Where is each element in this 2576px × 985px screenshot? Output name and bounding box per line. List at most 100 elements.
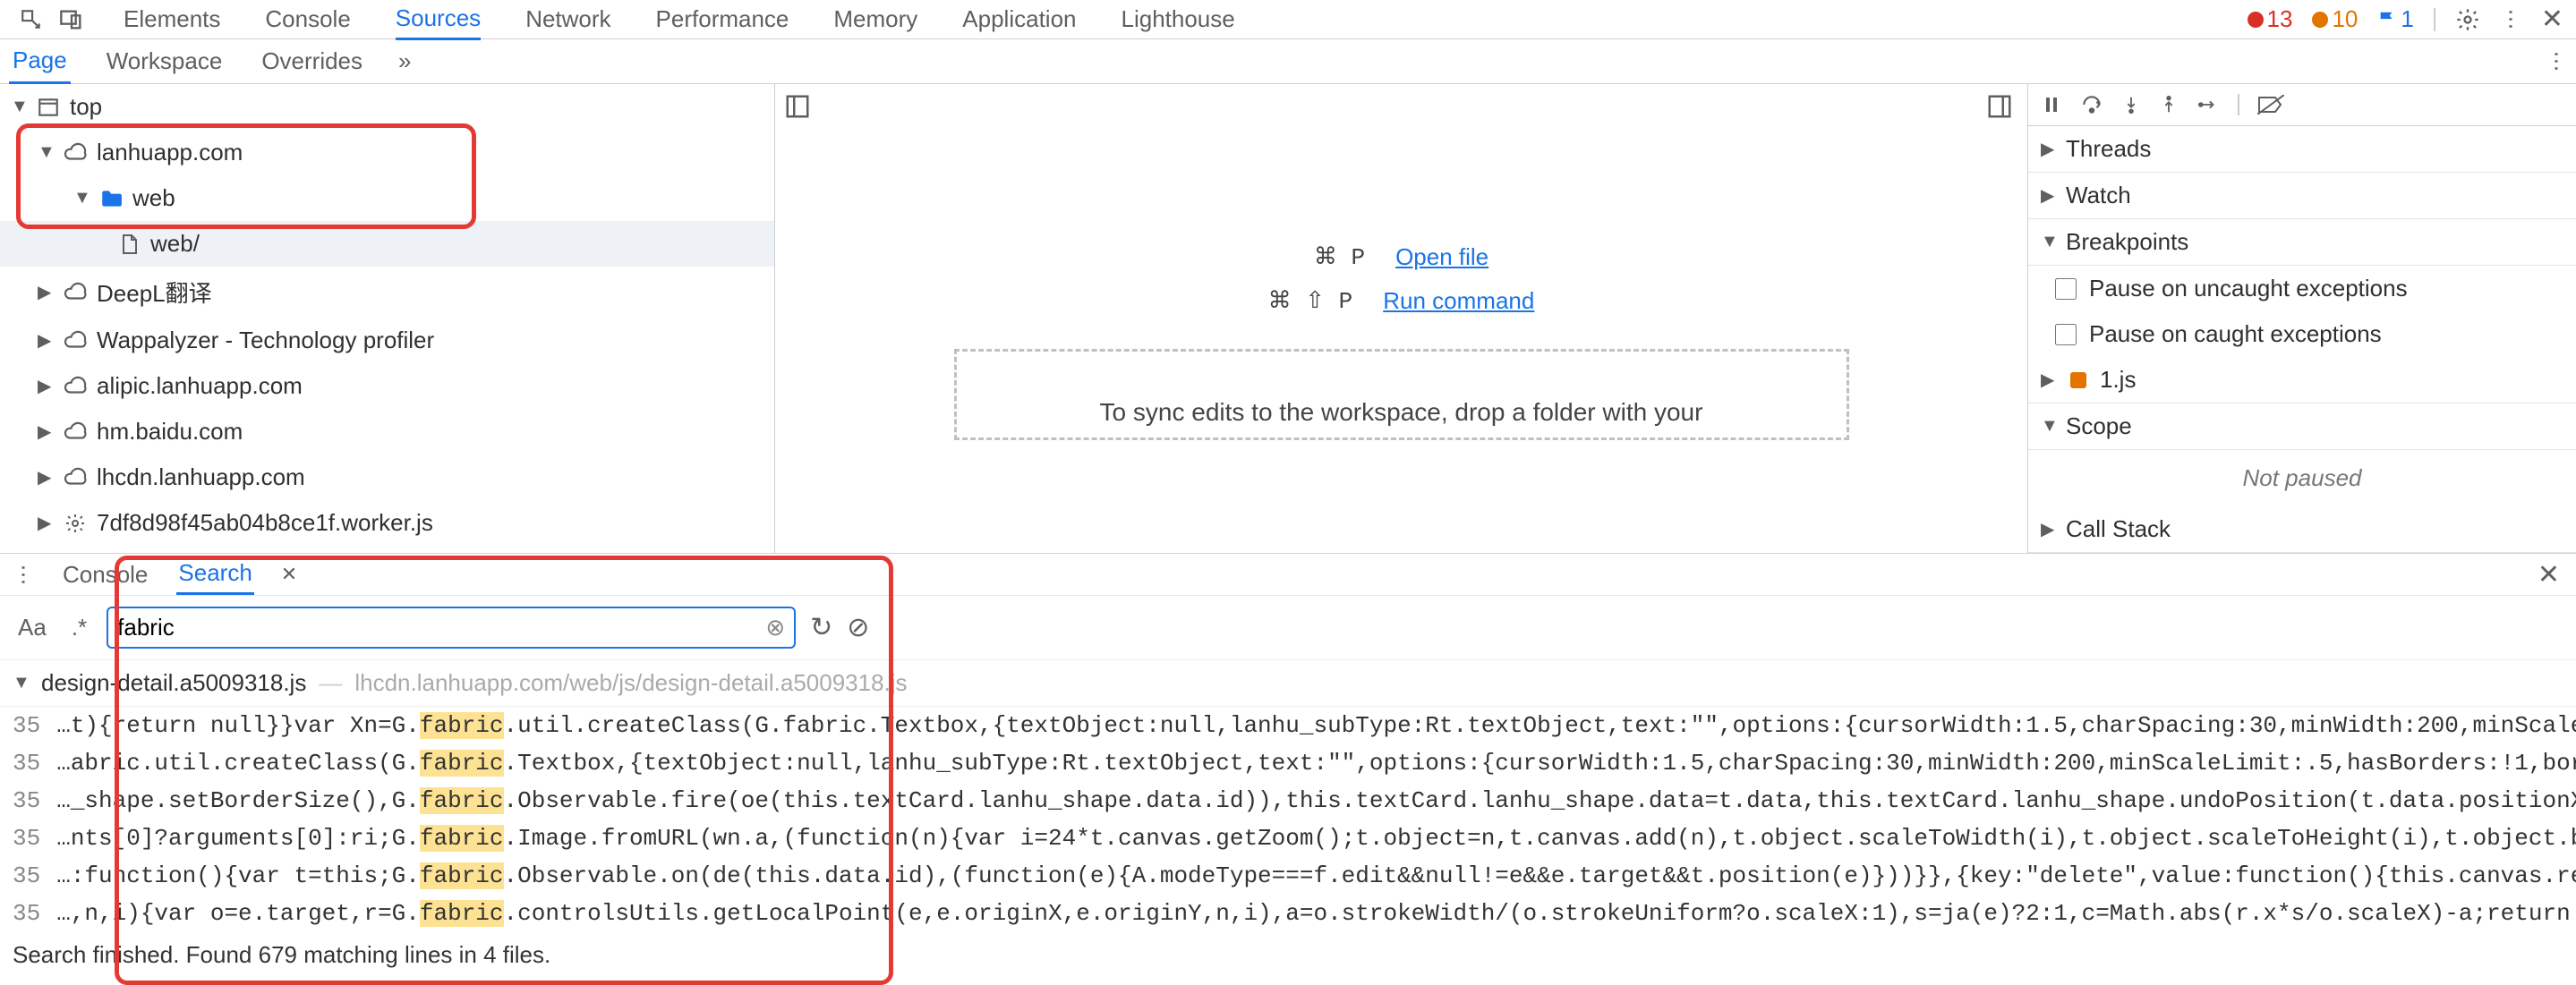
disclosure-icon: ▶ [38, 281, 54, 303]
tree-folder-web[interactable]: ▼ web [0, 175, 774, 221]
divider [2434, 8, 2435, 31]
more-subtabs-icon[interactable]: » [398, 47, 411, 75]
close-tab-icon[interactable]: ✕ [281, 563, 297, 586]
deactivate-breakpoints-icon[interactable] [2257, 95, 2284, 115]
tab-console[interactable]: Console [265, 0, 350, 38]
subtab-workspace[interactable]: Workspace [103, 40, 226, 82]
result-line[interactable]: 35…:function(){var t=this;G.fabric.Obser… [0, 857, 2576, 895]
cloud-icon [63, 374, 88, 399]
step-icon[interactable] [2196, 95, 2220, 115]
close-drawer-icon[interactable]: ✕ [2538, 559, 2560, 590]
tab-memory[interactable]: Memory [833, 0, 917, 38]
tab-elements[interactable]: Elements [124, 0, 220, 38]
section-scope[interactable]: ▼Scope [2028, 403, 2576, 450]
error-count-badge[interactable]: 13 [2248, 5, 2293, 33]
regex-button[interactable]: .* [66, 612, 92, 643]
section-threads[interactable]: ▶Threads [2028, 126, 2576, 173]
tree-domain-lanhuapp[interactable]: ▼ lanhuapp.com [0, 130, 774, 175]
clear-icon[interactable]: ⊗ [765, 614, 785, 641]
divider [2238, 94, 2239, 115]
tree-domain-alipic[interactable]: ▶ alipic.lanhuapp.com [0, 363, 774, 409]
breakpoint-file[interactable]: ▶ 1.js [2028, 357, 2576, 403]
tree-domain-hmbaidu[interactable]: ▶ hm.baidu.com [0, 409, 774, 454]
cloud-icon [63, 280, 88, 305]
tab-sources[interactable]: Sources [396, 0, 481, 40]
flag-icon [2377, 10, 2397, 30]
step-into-icon[interactable] [2121, 93, 2141, 116]
tree-ext-deepl[interactable]: ▶ DeepL翻译 [0, 267, 774, 318]
refresh-icon[interactable]: ↻ [810, 612, 832, 643]
tab-performance[interactable]: Performance [656, 0, 789, 38]
match-case-button[interactable]: Aa [13, 612, 52, 643]
debugger-pane: ▶Threads ▶Watch ▼Breakpoints Pause on un… [2028, 84, 2576, 553]
sources-subtabs: Page Workspace Overrides » ⋯ [0, 39, 2576, 84]
drawer-menu-icon[interactable]: ⋯ [11, 564, 37, 585]
cloud-icon [63, 465, 88, 490]
disclosure-icon: ▼ [11, 97, 27, 117]
result-line[interactable]: 35…_shape.setBorderSize(),G.fabric.Obser… [0, 782, 2576, 819]
search-input[interactable] [117, 614, 765, 641]
tree-file-web[interactable]: web/ [0, 221, 774, 267]
step-out-icon[interactable] [2159, 93, 2179, 116]
result-line[interactable]: 35…,n,i){var o=e.target,r=G.fabric.contr… [0, 895, 2576, 932]
main-tab-bar: Elements Console Sources Network Perform… [0, 0, 2576, 39]
cancel-icon[interactable]: ⊘ [847, 612, 869, 643]
warning-count-badge[interactable]: 10 [2312, 5, 2358, 33]
file-icon [116, 232, 141, 257]
error-icon [2248, 12, 2264, 28]
folder-icon [98, 186, 124, 211]
more-icon[interactable]: ⋯ [2497, 9, 2523, 30]
pause-uncaught-checkbox[interactable]: Pause on uncaught exceptions [2028, 266, 2576, 311]
settings-icon[interactable] [2455, 7, 2480, 32]
cloud-icon [63, 328, 88, 353]
section-breakpoints[interactable]: ▼Breakpoints [2028, 219, 2576, 266]
tab-lighthouse[interactable]: Lighthouse [1122, 0, 1235, 38]
shortcut-open: ⌘ P [1314, 243, 1365, 271]
subtab-menu-icon[interactable]: ⋯ [2544, 51, 2570, 72]
warning-icon [2312, 12, 2328, 28]
disclosure-icon: ▶ [38, 466, 54, 488]
toggle-navigator-icon[interactable] [784, 93, 811, 120]
subtab-page[interactable]: Page [9, 39, 71, 84]
run-command-link[interactable]: Run command [1383, 287, 1534, 315]
tree-domain-lhcdn[interactable]: ▶ lhcdn.lanhuapp.com [0, 454, 774, 500]
disclosure-icon: ▶ [38, 420, 54, 443]
tree-ext-wappalyzer[interactable]: ▶ Wappalyzer - Technology profiler [0, 318, 774, 363]
toggle-debugger-icon[interactable] [1986, 93, 2013, 120]
device-toggle-icon[interactable] [59, 7, 84, 32]
script-icon [2066, 368, 2091, 393]
search-results: 35…t){return null}}var Xn=G.fabric.util.… [0, 707, 2576, 932]
disclosure-icon: ▶ [38, 375, 54, 397]
tab-application[interactable]: Application [962, 0, 1076, 38]
drop-folder-area[interactable]: To sync edits to the workspace, drop a f… [954, 349, 1849, 440]
cloud-icon [63, 140, 88, 166]
search-input-wrap[interactable]: ⊗ [107, 607, 796, 649]
scope-status: Not paused [2028, 450, 2576, 506]
pause-icon[interactable] [2041, 94, 2062, 115]
subtab-overrides[interactable]: Overrides [258, 40, 366, 82]
drawer-tab-console[interactable]: Console [61, 556, 149, 594]
tree-worker[interactable]: ▶ 7df8d98f45ab04b8ce1f.worker.js [0, 500, 774, 546]
inspect-icon[interactable] [20, 8, 43, 31]
close-icon[interactable]: ✕ [2541, 4, 2563, 35]
result-line[interactable]: 35…abric.util.createClass(G.fabric.Textb… [0, 744, 2576, 782]
tree-top[interactable]: ▼ top [0, 84, 774, 130]
file-tree-pane: ▼ top ▼ lanhuapp.com ▼ web web/ ▶ D [0, 84, 775, 553]
section-watch[interactable]: ▶Watch [2028, 173, 2576, 219]
disclosure-icon: ▶ [38, 329, 54, 352]
disclosure-icon: ▼ [73, 188, 90, 208]
tab-network[interactable]: Network [525, 0, 610, 38]
section-callstack[interactable]: ▶Call Stack [2028, 506, 2576, 553]
info-count-badge[interactable]: 1 [2377, 5, 2413, 33]
result-line[interactable]: 35…nts[0]?arguments[0]:ri;G.fabric.Image… [0, 819, 2576, 857]
result-line[interactable]: 35…t){return null}}var Xn=G.fabric.util.… [0, 707, 2576, 744]
pause-caught-checkbox[interactable]: Pause on caught exceptions [2028, 311, 2576, 357]
step-over-icon[interactable] [2080, 93, 2103, 116]
editor-pane: ⌘ P Open file ⌘ ⇧ P Run command To sync … [775, 84, 2028, 553]
cloud-icon [63, 420, 88, 445]
search-status: Search finished. Found 679 matching line… [0, 932, 2576, 978]
result-file-header[interactable]: ▼ design-detail.a5009318.js — lhcdn.lanh… [0, 660, 2576, 707]
open-file-link[interactable]: Open file [1395, 243, 1488, 271]
drawer-tab-search[interactable]: Search [176, 554, 253, 595]
disclosure-icon: ▶ [38, 512, 54, 534]
